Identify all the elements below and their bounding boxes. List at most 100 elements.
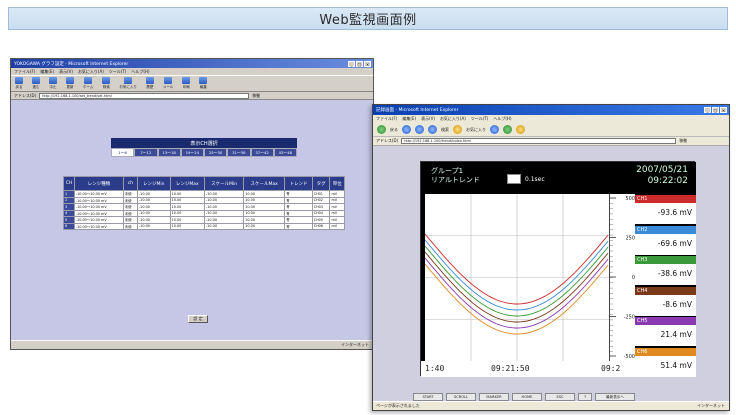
menu-help[interactable]: ヘルプ(H) [131, 69, 149, 75]
menu-view[interactable]: 表示(V) [59, 69, 73, 75]
win2-menubar: ファイル(F) 編集(E) 表示(V) お気に入り(A) ツール(T) ヘルプ(… [373, 115, 729, 123]
use-select[interactable]: 未使 [122, 222, 138, 230]
go-button[interactable]: 移動 [252, 93, 260, 99]
back-button[interactable]: 戻る [15, 77, 23, 90]
address-label: アドレス(D) [376, 138, 399, 143]
tab-group-2[interactable]: 7〜12 [134, 148, 158, 157]
maximize-icon[interactable]: □ [712, 107, 719, 113]
win1-statusbar: インターネット [11, 340, 373, 349]
control-button[interactable]: 最新表示へ [595, 393, 635, 401]
home-icon[interactable] [428, 125, 437, 134]
edit-button[interactable]: 編集 [199, 77, 208, 90]
address-input[interactable]: http://192.168.1.100/trend/index.html [401, 138, 677, 144]
trend-header: グループ1 リアルトレンド 0.1sec 2007/05/21 09:22:02 [421, 162, 696, 194]
minimize-icon[interactable]: _ [704, 107, 711, 113]
menu-help[interactable]: ヘルプ(H) [493, 116, 511, 122]
stop-button[interactable]: 中止 [49, 77, 57, 90]
win2-toolbar: 戻る 検索 お気に入り [373, 123, 729, 137]
header-title: Web監視画面例 [319, 13, 417, 28]
tag-input[interactable]: CH06 [311, 222, 331, 230]
tab-group-4[interactable]: 19〜24 [180, 148, 204, 157]
forward-icon[interactable] [402, 125, 411, 134]
scale-min-input[interactable]: -10.00 [204, 222, 245, 230]
tab-group-7[interactable]: 37〜42 [250, 148, 274, 157]
trend-browser-window[interactable]: 記録画面 - Microsoft Internet Explorer _ □ ×… [372, 104, 730, 411]
time-label: 09:22:02 [647, 176, 688, 186]
scale-max-input[interactable]: 10.00 [243, 222, 286, 230]
mail-icon[interactable] [503, 125, 512, 134]
history-button[interactable]: 履歴 [145, 77, 154, 90]
close-icon[interactable]: × [364, 60, 371, 67]
menu-view[interactable]: 表示(V) [421, 116, 435, 122]
menu-edit[interactable]: 編集(E) [402, 116, 416, 122]
control-button[interactable]: MARKER [479, 393, 509, 401]
table-header-row: CH レンジ種類 ch レンジMin レンジMax スケールMin スケールMa… [63, 176, 345, 191]
back-label[interactable]: 戻る [390, 127, 398, 133]
range-select[interactable]: -10.00〜10.00 mV [73, 222, 124, 230]
close-icon[interactable]: × [720, 107, 727, 113]
address-label: アドレス(D) [14, 92, 37, 98]
channel-name: CH2 [635, 225, 696, 234]
mail-button[interactable]: メール [163, 77, 173, 90]
refresh-button[interactable]: 更新 [66, 77, 74, 90]
menu-file[interactable]: ファイル(F) [14, 69, 35, 75]
menu-favorites[interactable]: お気に入り(A) [440, 116, 466, 122]
menu-favorites[interactable]: お気に入り(A) [78, 69, 104, 75]
print-button[interactable]: 印刷 [182, 77, 191, 90]
win2-titlebar[interactable]: 記録画面 - Microsoft Internet Explorer _ □ × [373, 105, 729, 115]
menu-file[interactable]: ファイル(F) [376, 116, 397, 122]
trend-series-ch4 [424, 251, 609, 323]
range-min-input[interactable]: -10.00 [136, 222, 171, 230]
win1-titlebar[interactable]: YOKOGAWA グラフ設定 - Microsoft Internet Expl… [11, 59, 373, 68]
unit-input[interactable]: mV [329, 222, 345, 230]
control-button[interactable]: ESC [545, 393, 575, 401]
favorites-button[interactable]: お気に入り [119, 77, 137, 90]
menu-tools[interactable]: ツール(T) [471, 116, 489, 122]
col-ch: CH [63, 176, 75, 191]
trend-color-select[interactable]: 青 [284, 222, 313, 230]
control-button[interactable]: START [413, 393, 443, 401]
go-button[interactable]: 移動 [679, 138, 687, 144]
settings-browser-window[interactable]: YOKOGAWA グラフ設定 - Microsoft Internet Expl… [10, 58, 374, 350]
forward-button[interactable]: 進む [32, 77, 40, 90]
apply-button[interactable]: 設 定 [188, 315, 208, 323]
media-icon[interactable] [490, 125, 499, 134]
trend-series-ch3 [424, 245, 609, 317]
favorites-icon [124, 77, 133, 84]
tab-group-3[interactable]: 13〜18 [157, 148, 181, 157]
win2-title: 記録画面 - Microsoft Internet Explorer [376, 108, 459, 113]
col-scale-min: スケールMin [204, 176, 245, 191]
address-input[interactable]: http://192.168.1.100/set_trend/set.html [39, 92, 250, 99]
channel-value: -38.6 mV [657, 269, 692, 278]
control-button[interactable]: ↑ [578, 393, 592, 401]
search-label[interactable]: 検索 [441, 127, 449, 133]
refresh-icon [66, 77, 74, 84]
trend-display: グループ1 リアルトレンド 0.1sec 2007/05/21 09:22:02… [420, 161, 696, 377]
channel-settings-table: CH レンジ種類 ch レンジMin レンジMax スケールMin スケールMa… [63, 176, 345, 230]
channel-value-box: CH6 51.4 mV [635, 346, 696, 377]
back-icon[interactable] [377, 125, 386, 134]
menu-edit[interactable]: 編集(E) [40, 69, 54, 75]
win1-toolbar: 戻る 進む 中止 更新 ホーム 検索 お気に入り 履歴 メール 印刷 編集 [11, 75, 373, 92]
search-button[interactable]: 検索 [102, 77, 111, 90]
menu-tools[interactable]: ツール(T) [109, 69, 127, 75]
control-button[interactable]: HOME [512, 393, 542, 401]
minimize-icon[interactable]: _ [348, 60, 355, 67]
range-max-input[interactable]: 10.00 [169, 222, 206, 230]
scale-tick-label: 500 [625, 196, 635, 202]
favorites-label[interactable]: お気に入り [466, 127, 486, 133]
folder-icon[interactable] [516, 125, 525, 134]
channel-name: CH3 [635, 256, 696, 264]
tab-group-8[interactable]: 43〜48 [273, 148, 297, 157]
favorites-icon[interactable] [453, 125, 462, 134]
col-unit: 単位 [329, 176, 345, 191]
tab-group-5[interactable]: 25〜30 [204, 148, 228, 157]
tab-group-6[interactable]: 31〜36 [227, 148, 251, 157]
control-button[interactable]: SCROLL [446, 393, 476, 401]
maximize-icon[interactable]: □ [356, 60, 363, 67]
home-button[interactable]: ホーム [83, 77, 93, 90]
refresh-icon[interactable] [415, 125, 424, 134]
tab-group-1[interactable]: 1〜6 [111, 148, 135, 157]
channel-value: -93.6 mV [657, 208, 692, 217]
page-header: Web監視画面例 [8, 7, 728, 30]
